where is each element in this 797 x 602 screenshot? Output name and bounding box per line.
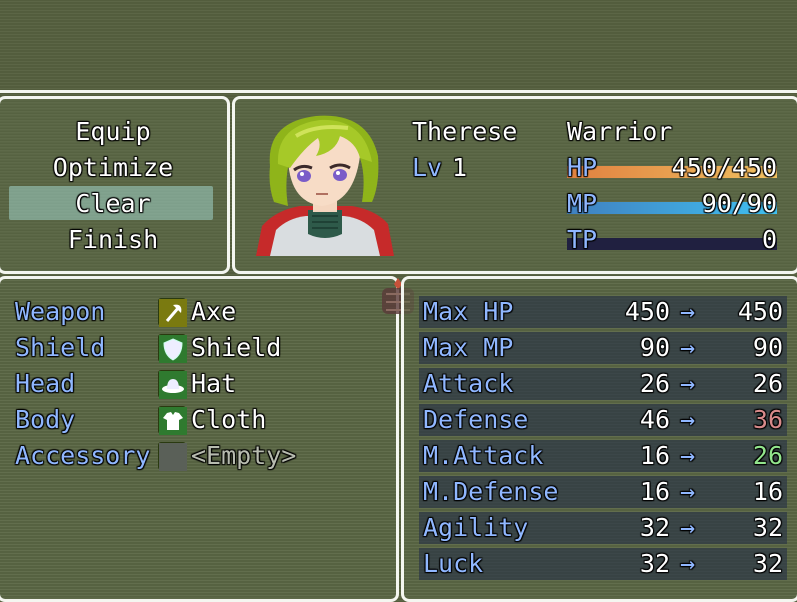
param-new-value: 450 [737,297,783,326]
param-arrow-icon: → [680,441,696,470]
param-name: Luck [423,549,484,578]
equip-item-shield[interactable]: Shield [191,330,281,366]
equip-slot-body[interactable]: Body [15,402,75,438]
param-arrow-icon: → [680,333,696,362]
equip-slot-weapon[interactable]: Weapon [15,294,105,330]
param-new-value: 26 [752,369,783,398]
command-equip[interactable]: Equip [0,114,226,150]
param-name: Max MP [423,333,514,362]
param-name: Defense [423,405,529,434]
param-arrow-icon: → [680,549,696,578]
param-new-value: 90 [752,333,783,362]
equip-item-accessory[interactable]: <Empty> [191,438,296,474]
equip-slot-shield[interactable]: Shield [15,330,105,366]
param-arrow-icon: → [680,369,696,398]
param-new-value: 32 [752,513,783,542]
param-current-value: 16 [639,477,670,506]
hp-value: 450/450 [671,153,777,182]
top-border-line [0,90,797,93]
param-arrow-icon: → [680,477,696,506]
param-new-value: 36 [752,405,783,434]
param-current-value: 90 [639,333,670,362]
param-current-value: 32 [639,549,670,578]
param-name: Attack [423,369,514,398]
param-current-value: 32 [639,513,670,542]
param-new-value: 16 [752,477,783,506]
param-arrow-icon: → [680,297,696,326]
mp-value: 90/90 [701,189,777,218]
param-name: M.Defense [423,477,559,506]
actor-level: 1 [452,153,468,182]
cloth-icon [158,406,187,435]
actor-portrait [256,115,394,256]
param-current-value: 46 [639,405,670,434]
axe-icon [158,298,187,327]
equip-slot-accessory[interactable]: Accessory [15,438,150,474]
command-clear[interactable]: Clear [0,186,226,222]
actor-name: Therese [412,117,518,146]
param-name: Max HP [423,297,514,326]
param-name: Agility [423,513,529,542]
equip-item-head[interactable]: Hat [191,366,236,402]
param-current-value: 450 [624,297,670,326]
param-new-value: 32 [752,549,783,578]
empty-slot-icon [158,442,187,471]
equip-slot-head[interactable]: Head [15,366,75,402]
param-arrow-icon: → [680,513,696,542]
hat-icon [158,370,187,399]
level-label: Lv [412,153,443,182]
param-name: M.Attack [423,441,544,470]
param-new-value: 26 [752,441,783,470]
param-arrow-icon: → [680,405,696,434]
tp-value: 0 [761,225,777,254]
actor-class: Warrior [567,117,673,146]
equip-item-weapon[interactable]: Axe [191,294,236,330]
equip-item-body[interactable]: Cloth [191,402,266,438]
command-optimize[interactable]: Optimize [0,150,226,186]
shield-icon [158,334,187,363]
command-finish[interactable]: Finish [0,222,226,258]
param-current-value: 26 [639,369,670,398]
param-current-value: 16 [639,441,670,470]
